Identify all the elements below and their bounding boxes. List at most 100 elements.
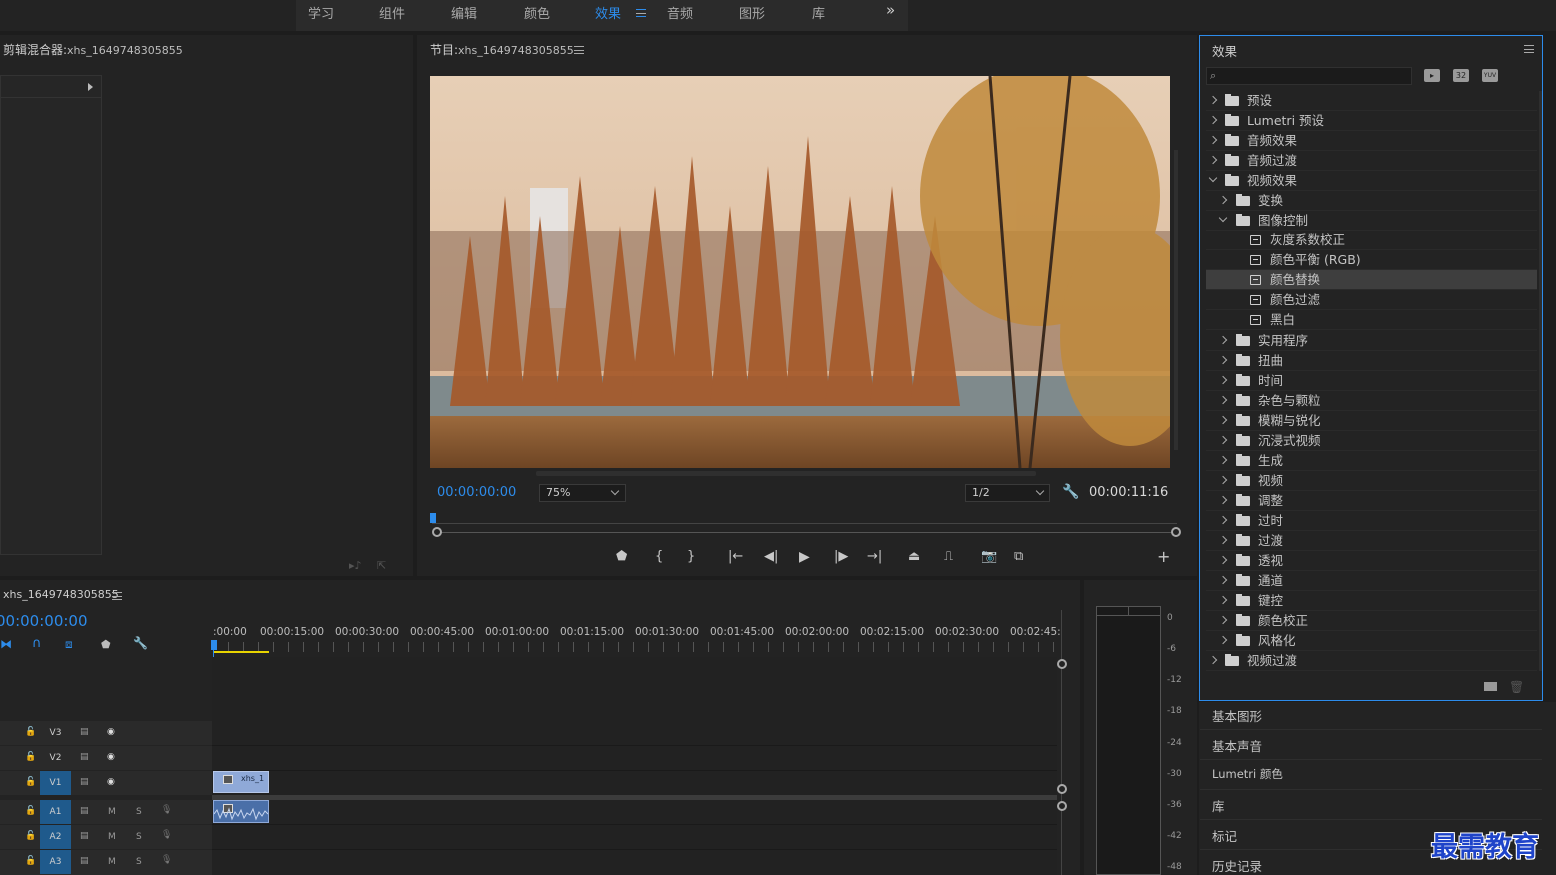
lock-icon[interactable]: 🔓 [25,752,36,762]
microphone-icon[interactable]: 🎙 [161,830,172,840]
effects-panel-menu-icon[interactable] [1524,45,1534,53]
program-monitor-menu-icon[interactable] [574,46,584,54]
microphone-icon[interactable]: 🎙 [161,855,172,865]
delete-icon[interactable]: 🗑 [1509,680,1524,694]
lock-icon[interactable]: 🔓 [25,777,36,787]
timeline-settings-wrench-icon[interactable]: 🔧 [133,636,148,650]
zoom-bar-handle-right[interactable] [1171,527,1181,537]
effects-item-black-white[interactable]: 黑白 [1206,310,1537,330]
effects-item-video-transitions[interactable]: 视频过渡 [1206,651,1537,671]
effects-item-presets[interactable]: 预设 [1206,91,1537,111]
timeline-timecode[interactable]: 00:00:00:00 [0,612,88,630]
timeline-ruler-ticks[interactable] [213,642,1056,652]
sync-lock-icon[interactable]: ▤ [80,752,89,762]
effects-item-stylize[interactable]: 风格化 [1206,631,1537,651]
sync-lock-icon[interactable]: ▤ [80,806,89,816]
effects-search-input[interactable]: ⌕ [1206,67,1412,85]
effects-item-color-correction[interactable]: 颜色校正 [1206,611,1537,631]
track-label-v2[interactable]: V2 [40,746,71,770]
track-label-v3[interactable]: V3 [40,721,71,745]
tab-graphics[interactable]: 图形 [739,3,765,22]
sync-lock-icon[interactable]: ▤ [80,727,89,737]
monitor-scroll-track[interactable] [536,471,1036,476]
effects-item-audio-transitions[interactable]: 音频过渡 [1206,151,1537,171]
timeline-playhead[interactable] [211,640,217,650]
tab-audio[interactable]: 音频 [667,3,693,22]
export-frame-camera-icon[interactable]: 📷 [981,549,997,564]
panel-history[interactable]: 历史记录 [1212,856,1262,875]
sync-lock-icon[interactable]: ▤ [80,856,89,866]
panel-essential-sound[interactable]: 基本声音 [1212,736,1262,755]
timeline-menu-icon[interactable] [112,592,122,600]
mute-button[interactable]: M [108,857,116,867]
tab-color[interactable]: 颜色 [524,3,550,22]
effects-item-audio-effects[interactable]: 音频效果 [1206,131,1537,151]
effects-item-time[interactable]: 时间 [1206,371,1537,391]
effects-item-obsolete[interactable]: 过时 [1206,511,1537,531]
add-marker-icon[interactable]: ⬟ [101,638,111,651]
effects-item-immersive-video[interactable]: 沉浸式视频 [1206,431,1537,451]
effects-item-video-effects[interactable]: 视频效果 [1206,171,1537,191]
panel-libraries[interactable]: 库 [1212,796,1225,815]
accelerated-effects-icon[interactable]: ▸ [1424,69,1440,82]
tab-effects-menu-icon[interactable] [636,9,646,17]
panel-markers[interactable]: 标记 [1212,826,1237,845]
mute-button[interactable]: M [108,807,116,817]
tab-learn[interactable]: 学习 [308,3,334,22]
effects-item-image-control[interactable]: 图像控制 [1206,211,1537,231]
lock-icon[interactable]: 🔓 [25,727,36,737]
effects-item-color-replace[interactable]: 颜色替换 [1206,270,1537,290]
solo-button[interactable]: S [136,807,142,817]
effects-item-keying[interactable]: 键控 [1206,591,1537,611]
export-icon[interactable]: ⇱ [377,559,386,572]
lift-icon[interactable]: ⏏ [908,549,920,564]
mark-in-icon[interactable]: { [655,549,663,564]
effects-item-transform[interactable]: 变换 [1206,191,1537,211]
expand-arrow-icon[interactable] [88,83,93,91]
track-label-a1[interactable]: A1 [40,800,71,824]
new-bin-icon[interactable] [1484,682,1497,691]
lock-icon[interactable]: 🔓 [25,831,36,841]
monitor-ruler[interactable] [432,514,1177,524]
sync-lock-icon[interactable]: ▤ [80,777,89,787]
monitor-playhead[interactable] [430,513,436,523]
monitor-vertical-scrollbar[interactable] [1174,150,1178,450]
add-marker-icon[interactable]: ⬟ [616,549,627,564]
mute-button[interactable]: M [108,832,116,842]
audio-clip[interactable] [213,800,269,823]
nest-sequence-icon[interactable]: ⧓ [0,637,12,651]
effects-item-transition[interactable]: 过渡 [1206,531,1537,551]
effects-item-color-pass[interactable]: 颜色过滤 [1206,290,1537,310]
eye-icon[interactable]: ◉ [107,752,115,762]
effects-item-distort[interactable]: 扭曲 [1206,351,1537,371]
program-current-timecode[interactable]: 00:00:00:00 [437,485,516,500]
effects-item-adjust[interactable]: 调整 [1206,491,1537,511]
yuv-effects-icon[interactable]: YUV [1482,69,1498,82]
effects-scrollbar[interactable] [1539,91,1542,671]
32bit-effects-icon[interactable]: 32 [1453,69,1469,82]
track-label-a3[interactable]: A3 [40,850,71,874]
work-area-bar[interactable] [213,651,269,653]
mixer-option-icon[interactable]: ▸♪ [349,559,362,572]
button-editor-add-icon[interactable]: + [1157,547,1170,566]
tab-editing[interactable]: 编辑 [451,3,477,22]
panel-lumetri-color[interactable]: Lumetri 颜色 [1212,766,1283,782]
timeline-scroll-handle-top[interactable] [1057,659,1067,669]
tab-libraries[interactable]: 库 [812,3,825,22]
effects-item-video[interactable]: 视频 [1206,471,1537,491]
track-area[interactable] [212,657,1057,875]
tab-assembly[interactable]: 组件 [379,3,405,22]
microphone-icon[interactable]: 🎙 [161,805,172,815]
linked-selection-icon[interactable]: ⧈ [65,637,73,652]
effects-item-color-balance-rgb[interactable]: 颜色平衡 (RGB) [1206,250,1537,270]
wrench-icon[interactable]: 🔧 [1062,484,1079,500]
lock-icon[interactable]: 🔓 [25,856,36,866]
effects-item-utility[interactable]: 实用程序 [1206,331,1537,351]
video-clip[interactable]: xhs_1 [213,771,269,793]
track-label-a2[interactable]: A2 [40,825,71,849]
timeline-scroll-handle-bottom[interactable] [1057,801,1067,811]
snap-magnet-icon[interactable]: ∩ [32,636,42,651]
effects-item-generate[interactable]: 生成 [1206,451,1537,471]
monitor-zoom-bar[interactable] [437,532,1175,533]
zoom-select[interactable]: 75% [539,484,626,502]
